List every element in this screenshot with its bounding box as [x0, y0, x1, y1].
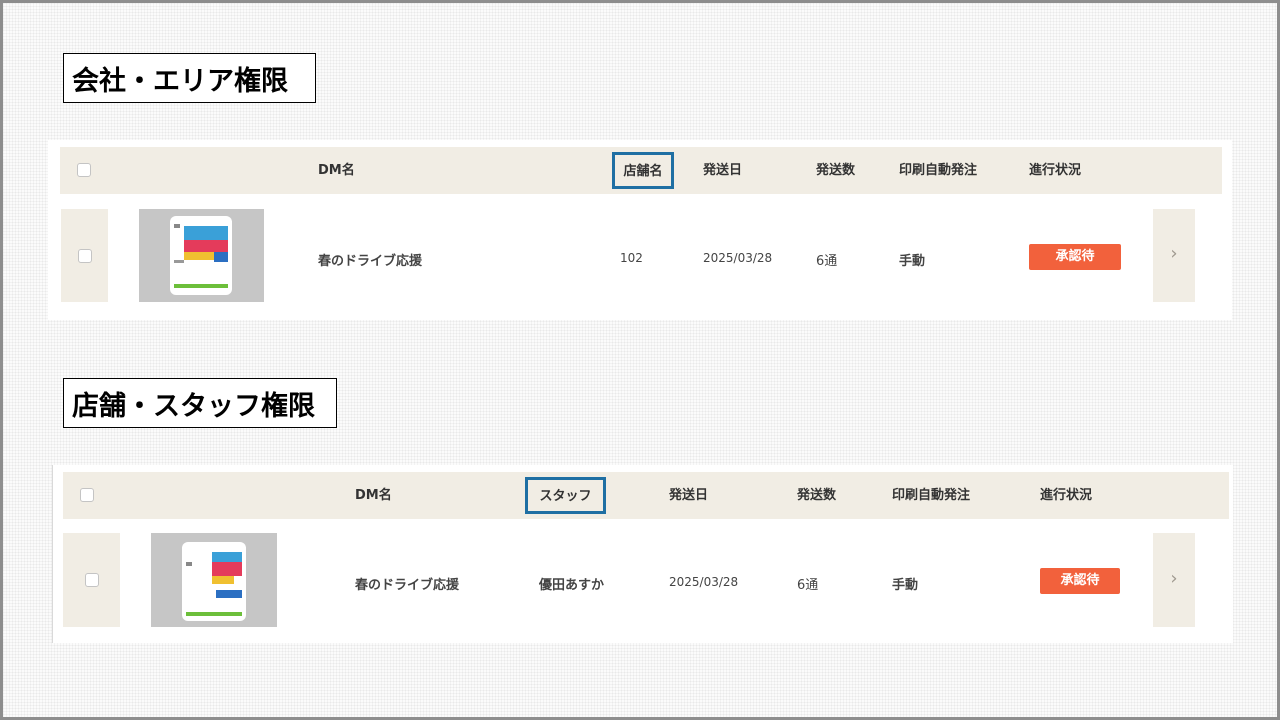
- column-header-store-name[interactable]: 店舗名: [612, 152, 674, 189]
- status-badge: 承認待: [1029, 244, 1121, 270]
- row-detail-button[interactable]: ›: [1153, 209, 1195, 302]
- dm-card-image: [170, 216, 232, 295]
- column-header-dm-name[interactable]: DM名: [355, 472, 392, 519]
- row-checkbox[interactable]: [78, 249, 92, 263]
- cell-store: 102: [620, 251, 643, 265]
- row-checkbox-cell: [61, 209, 108, 302]
- column-header-progress[interactable]: 進行状況: [1040, 472, 1092, 519]
- table-header: DM名 店舗名 発送日 発送数 印刷自動発注 進行状況: [60, 147, 1222, 194]
- table-header: DM名 スタッフ 発送日 発送数 印刷自動発注 進行状況: [63, 472, 1229, 519]
- dm-thumbnail[interactable]: [139, 209, 264, 302]
- cell-dm-name[interactable]: 春のドライブ応援: [355, 574, 459, 593]
- column-header-send-count[interactable]: 発送数: [816, 147, 855, 194]
- chevron-right-icon: ›: [1170, 243, 1178, 264]
- dm-thumbnail[interactable]: [151, 533, 277, 627]
- section-title-company-area: 会社・エリア権限: [63, 53, 316, 103]
- cell-print-auto-order: 手動: [899, 254, 926, 269]
- cell-staff: 優田あすか: [539, 578, 605, 593]
- dm-table-store-staff: DM名 スタッフ 発送日 発送数 印刷自動発注 進行状況 春のドライブ応援 優田…: [52, 465, 1233, 643]
- select-all-checkbox[interactable]: [80, 488, 94, 502]
- column-header-progress[interactable]: 進行状況: [1029, 147, 1081, 194]
- cell-send-date: 2025/03/28: [703, 251, 773, 265]
- column-header-send-date[interactable]: 発送日: [703, 147, 742, 194]
- column-header-print-auto-order[interactable]: 印刷自動発注: [899, 147, 977, 194]
- row-detail-button[interactable]: ›: [1153, 533, 1195, 627]
- dm-card-image: [182, 542, 246, 621]
- cell-send-date: 2025/03/28: [669, 575, 739, 589]
- column-header-send-count[interactable]: 発送数: [797, 472, 836, 519]
- column-header-print-auto-order[interactable]: 印刷自動発注: [892, 472, 970, 519]
- chevron-right-icon: ›: [1170, 568, 1178, 589]
- column-header-send-date[interactable]: 発送日: [669, 472, 708, 519]
- row-checkbox-cell: [63, 533, 120, 627]
- column-header-staff[interactable]: スタッフ: [525, 477, 606, 514]
- select-all-checkbox[interactable]: [77, 163, 91, 177]
- cell-dm-name[interactable]: 春のドライブ応援: [318, 250, 422, 269]
- status-badge: 承認待: [1040, 568, 1120, 594]
- cell-send-count: 6通: [816, 254, 838, 269]
- cell-print-auto-order: 手動: [892, 578, 919, 593]
- section-title-store-staff: 店舗・スタッフ権限: [63, 378, 337, 428]
- row-checkbox[interactable]: [85, 573, 99, 587]
- cell-send-count: 6通: [797, 578, 819, 593]
- dm-table-company-area: DM名 店舗名 発送日 発送数 印刷自動発注 進行状況 春のドライブ応援 102…: [48, 140, 1232, 320]
- column-header-dm-name[interactable]: DM名: [318, 147, 355, 194]
